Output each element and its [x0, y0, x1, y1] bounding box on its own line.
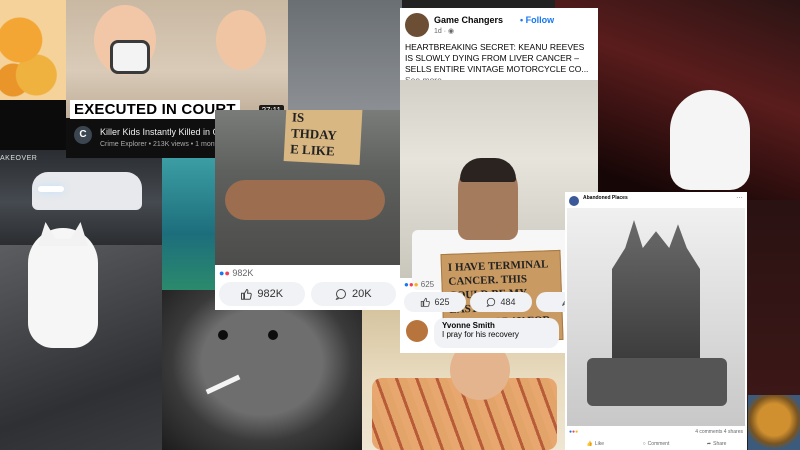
more-horiz-icon[interactable]: …: [736, 193, 743, 200]
like-count: 625: [434, 297, 450, 307]
thumbs-up-icon: [240, 288, 253, 300]
facebook-post-sign: IS THDAY E LIKE ●● 982K 982K 20K: [215, 110, 400, 310]
like-count: 982K: [257, 288, 284, 300]
child-legs: [225, 180, 385, 220]
page-avatar[interactable]: [405, 13, 429, 37]
video-meta: Crime Explorer • 213K views • 1 month ag…: [100, 141, 235, 148]
share-icon: ➦: [706, 441, 712, 447]
statue-image: [162, 150, 218, 290]
patient-hair: [460, 158, 516, 182]
love-reaction-icon: ●: [224, 268, 230, 278]
facebook-post-castle: Abandoned Places … ●●● 4 comments 4 shar…: [565, 192, 747, 450]
comment-label: Comment: [647, 441, 670, 447]
child-face-right: [216, 10, 266, 70]
share-button[interactable]: ➦ Share: [686, 438, 747, 450]
car-headlight: [38, 186, 64, 192]
reaction-summary[interactable]: ●●● 625: [404, 280, 434, 289]
comment-count: 20K: [351, 288, 372, 300]
reaction-summary[interactable]: ●● 982K: [219, 268, 253, 278]
emoji-collage-image: [0, 0, 66, 100]
like-button[interactable]: 982K: [219, 282, 305, 306]
follow-label: Follow: [525, 15, 555, 25]
comment-icon: [335, 288, 347, 300]
post-age: 1d: [434, 28, 442, 35]
rat-smoking-image: [162, 290, 362, 450]
follow-button[interactable]: • Follow: [520, 15, 554, 25]
engagement-counts[interactable]: 4 comments 4 shares: [695, 429, 743, 435]
like-button[interactable]: 👍 Like: [565, 438, 626, 450]
like-button[interactable]: 625: [404, 292, 466, 312]
kitten-body: [28, 228, 98, 348]
post-photo[interactable]: IS THDAY E LIKE: [215, 110, 400, 265]
reaction-summary[interactable]: ●●●: [569, 429, 578, 435]
commenter-name[interactable]: Yvonne Smith: [442, 321, 551, 330]
page-avatar[interactable]: [569, 196, 579, 206]
globe-icon: ◉: [448, 28, 455, 35]
thumbs-up-icon: 👍: [586, 441, 593, 447]
comment-count: 484: [500, 297, 516, 307]
car-interior-lower: [740, 200, 800, 400]
sign-text: IS THDAY E LIKE: [289, 110, 338, 159]
comment-icon: ○: [642, 441, 646, 447]
share-label: Share: [713, 441, 727, 447]
post-body: HEARTBREAKING SECRET: KEANU REEVES IS SL…: [405, 42, 589, 74]
lion-statue-image: [748, 395, 800, 450]
comment-button[interactable]: 20K: [310, 282, 396, 306]
care-reaction-icon: ●: [413, 280, 419, 289]
comment-button[interactable]: 484: [470, 292, 532, 312]
cart-drawing: [587, 358, 727, 406]
comment-text: I pray for his recovery: [442, 330, 519, 339]
channel-avatar[interactable]: C: [74, 126, 92, 144]
dog-driving: [670, 90, 750, 190]
reaction-count: 625: [420, 280, 435, 289]
takeover-label: AKEOVER: [0, 155, 38, 162]
reaction-count: 982K: [232, 268, 254, 278]
page-name[interactable]: Game Changers: [434, 15, 503, 25]
comment-button[interactable]: ○ Comment: [626, 438, 687, 450]
comment-bubble: Yvonne Smith I pray for his recovery: [434, 318, 559, 348]
post-photo[interactable]: [567, 208, 745, 426]
rat-eye-left: [218, 330, 228, 340]
commenter-avatar[interactable]: [406, 320, 428, 342]
castle-drawing: [612, 220, 700, 360]
thumbs-up-icon: [420, 297, 431, 307]
cardboard-sign: IS THDAY E LIKE: [283, 110, 363, 165]
mouth-guard: [110, 40, 150, 74]
rat-eye-right: [268, 330, 278, 340]
haha-reaction-icon: ●: [575, 429, 579, 435]
like-label: Like: [594, 441, 605, 447]
comment-icon: [486, 297, 496, 307]
post-time[interactable]: 1d · ◉: [434, 27, 454, 35]
page-name[interactable]: Abandoned Places: [583, 195, 628, 201]
